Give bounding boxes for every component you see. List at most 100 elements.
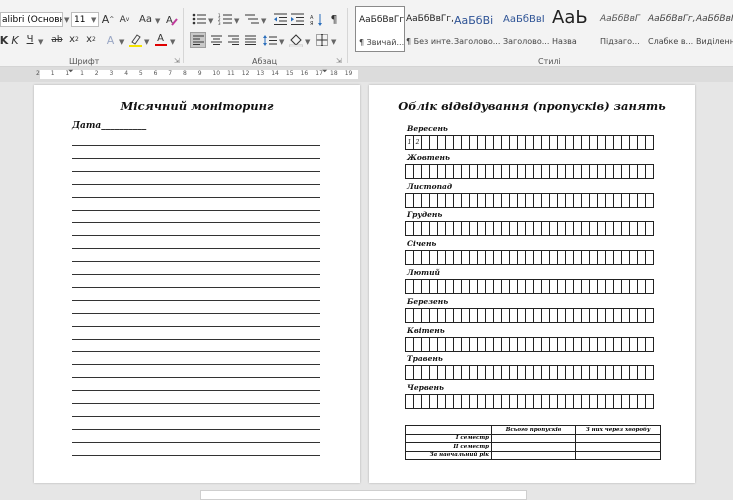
sort-button[interactable]: AЯ [309, 12, 323, 26]
text-effects-button[interactable]: A [104, 33, 117, 47]
day-cell[interactable] [614, 250, 622, 266]
day-cell[interactable] [542, 394, 550, 410]
day-cell[interactable] [430, 221, 438, 237]
day-cell[interactable] [494, 394, 502, 410]
day-cell[interactable] [454, 192, 462, 208]
day-cell[interactable] [462, 163, 470, 179]
day-cell[interactable] [526, 135, 534, 150]
day-cell[interactable] [630, 221, 638, 237]
day-cell[interactable] [646, 365, 654, 381]
day-cell[interactable] [406, 336, 414, 352]
day-cell[interactable] [470, 221, 478, 237]
day-cell[interactable] [534, 279, 542, 294]
horizontal-ruler[interactable]: ⏷ ⏷ 2 1 1 1 2 3 4 5 6 7 8 9 10 11 12 13 14 15 16 17 18 19 [0, 67, 733, 82]
day-cell[interactable] [446, 250, 454, 266]
day-cell[interactable] [430, 365, 438, 381]
day-cell[interactable] [478, 365, 486, 381]
day-cell[interactable] [502, 307, 510, 323]
day-cell[interactable] [614, 221, 622, 237]
day-cell[interactable] [510, 135, 518, 150]
day-cell[interactable] [582, 336, 590, 352]
day-cell[interactable] [422, 135, 430, 150]
bullets-button[interactable] [191, 12, 207, 26]
day-cell[interactable] [590, 394, 598, 410]
day-cell[interactable] [606, 221, 614, 237]
day-cell[interactable] [646, 336, 654, 352]
day-cell[interactable] [614, 192, 622, 208]
day-cell[interactable] [502, 135, 510, 150]
day-cell[interactable] [606, 163, 614, 179]
day-cell[interactable] [550, 307, 558, 323]
day-cell[interactable] [446, 365, 454, 381]
day-cell[interactable]: 2 [414, 135, 422, 150]
day-cell[interactable] [646, 307, 654, 323]
day-cell[interactable] [550, 135, 558, 150]
day-cell[interactable] [630, 336, 638, 352]
day-cell[interactable] [478, 307, 486, 323]
day-cell[interactable] [566, 221, 574, 237]
day-cell[interactable] [638, 221, 646, 237]
day-cell[interactable] [526, 394, 534, 410]
day-cell[interactable] [494, 307, 502, 323]
underline-chevron-icon[interactable]: ▼ [38, 38, 43, 46]
day-cell[interactable] [558, 250, 566, 266]
day-cell[interactable] [478, 394, 486, 410]
day-cell[interactable] [502, 336, 510, 352]
day-cell[interactable] [494, 192, 502, 208]
day-cell[interactable] [566, 394, 574, 410]
day-cell[interactable] [462, 307, 470, 323]
font-size-combobox[interactable]: 11 ▼ [71, 12, 99, 27]
day-cell[interactable] [622, 365, 630, 381]
day-cell[interactable] [590, 135, 598, 150]
day-cell[interactable] [598, 336, 606, 352]
day-cell[interactable] [566, 135, 574, 150]
day-cell[interactable] [518, 336, 526, 352]
day-cell[interactable] [606, 365, 614, 381]
paragraph-dialog-launcher-icon[interactable]: ⇲ [336, 57, 342, 65]
day-cell[interactable] [574, 394, 582, 410]
day-cell[interactable] [614, 336, 622, 352]
day-cell[interactable] [638, 163, 646, 179]
day-cell[interactable] [414, 221, 422, 237]
day-cell[interactable] [438, 135, 446, 150]
day-cell[interactable] [486, 365, 494, 381]
day-cell[interactable] [446, 192, 454, 208]
day-cell[interactable] [414, 250, 422, 266]
day-cell[interactable] [446, 221, 454, 237]
day-cell[interactable] [422, 163, 430, 179]
day-cell[interactable] [606, 250, 614, 266]
day-cell[interactable] [542, 336, 550, 352]
day-cell[interactable] [542, 221, 550, 237]
day-cell[interactable] [470, 394, 478, 410]
day-cell[interactable] [518, 394, 526, 410]
day-cell[interactable] [438, 250, 446, 266]
day-cell[interactable] [526, 163, 534, 179]
day-cell[interactable] [646, 135, 654, 150]
day-cell[interactable] [606, 336, 614, 352]
day-cell[interactable] [614, 307, 622, 323]
day-cell[interactable] [510, 394, 518, 410]
day-cell[interactable] [510, 221, 518, 237]
font-name-chevron-icon[interactable]: ▼ [64, 16, 69, 24]
multilevel-list-chevron-icon[interactable]: ▼ [261, 17, 266, 25]
shrink-font-button[interactable]: Av [118, 14, 131, 26]
day-cell[interactable] [630, 192, 638, 208]
day-cell[interactable] [454, 163, 462, 179]
day-cell[interactable] [566, 163, 574, 179]
day-cell[interactable] [582, 163, 590, 179]
day-cell[interactable] [462, 336, 470, 352]
day-cell[interactable] [550, 192, 558, 208]
day-cell[interactable] [454, 221, 462, 237]
day-cell[interactable] [430, 279, 438, 294]
grow-font-button[interactable]: A ^ [101, 13, 115, 26]
day-cell[interactable] [422, 250, 430, 266]
day-cell[interactable] [614, 279, 622, 294]
day-cell[interactable] [422, 221, 430, 237]
font-size-chevron-icon[interactable]: ▼ [91, 16, 96, 24]
day-cell[interactable] [510, 307, 518, 323]
justify-button[interactable] [243, 33, 257, 47]
font-color-button[interactable]: A [154, 32, 167, 47]
day-cell[interactable] [582, 192, 590, 208]
day-cell[interactable] [446, 135, 454, 150]
change-case-chevron-icon[interactable]: ▼ [155, 17, 160, 25]
